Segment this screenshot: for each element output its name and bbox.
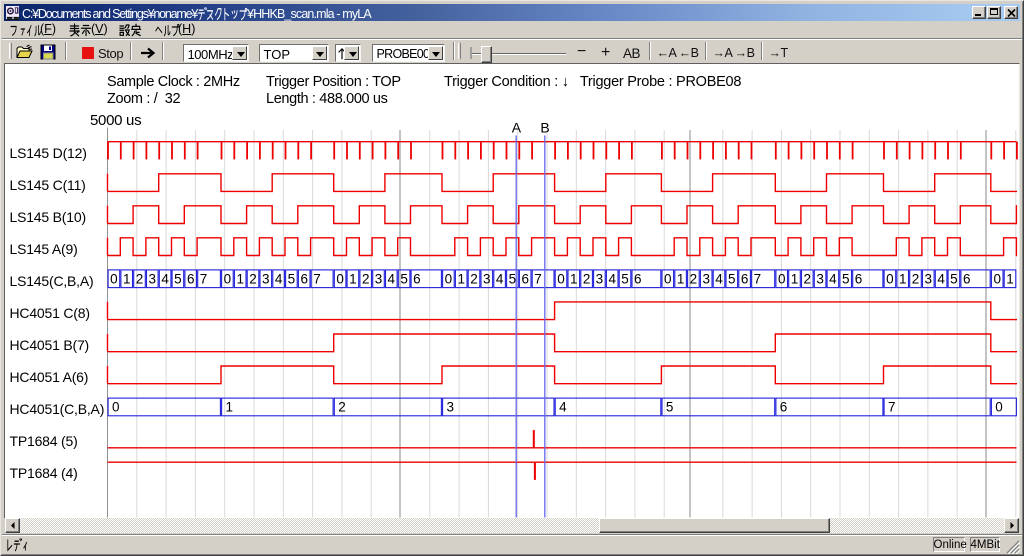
- svg-text:3: 3: [375, 271, 383, 286]
- svg-text:3: 3: [447, 400, 455, 415]
- svg-text:6: 6: [741, 271, 749, 286]
- svg-text:3: 3: [262, 271, 270, 286]
- svg-text:5: 5: [666, 400, 674, 415]
- svg-text:1: 1: [791, 271, 799, 286]
- svg-text:3: 3: [596, 271, 604, 286]
- svg-text:3: 3: [483, 271, 491, 286]
- svg-text:0: 0: [557, 271, 565, 286]
- svg-text:6: 6: [187, 271, 195, 286]
- svg-text:6: 6: [963, 271, 971, 286]
- svg-text:5: 5: [621, 271, 629, 286]
- svg-text:0: 0: [112, 400, 120, 415]
- svg-text:5: 5: [842, 271, 850, 286]
- svg-text:7: 7: [888, 400, 896, 415]
- svg-text:5: 5: [400, 271, 408, 286]
- svg-text:0: 0: [664, 271, 672, 286]
- svg-text:5: 5: [509, 271, 517, 286]
- svg-text:0: 0: [336, 271, 344, 286]
- svg-text:3: 3: [925, 271, 933, 286]
- svg-text:3: 3: [816, 271, 824, 286]
- svg-text:7: 7: [534, 271, 542, 286]
- svg-text:0: 0: [995, 400, 1003, 415]
- svg-text:2: 2: [912, 271, 920, 286]
- svg-text:0: 0: [778, 271, 786, 286]
- svg-text:4: 4: [608, 271, 616, 286]
- svg-text:2: 2: [470, 271, 478, 286]
- svg-text:1: 1: [236, 271, 244, 286]
- svg-text:5: 5: [174, 271, 182, 286]
- svg-text:1: 1: [226, 400, 234, 415]
- svg-text:1: 1: [1006, 271, 1014, 286]
- svg-text:3: 3: [149, 271, 157, 286]
- svg-text:4: 4: [559, 400, 567, 415]
- svg-text:5: 5: [950, 271, 958, 286]
- svg-text:2: 2: [249, 271, 257, 286]
- svg-text:6: 6: [634, 271, 642, 286]
- svg-text:6: 6: [780, 400, 788, 415]
- svg-text:2: 2: [362, 271, 370, 286]
- svg-text:5: 5: [288, 271, 296, 286]
- svg-text:4: 4: [161, 271, 169, 286]
- svg-text:2: 2: [338, 400, 346, 415]
- svg-text:1: 1: [570, 271, 578, 286]
- svg-text:1: 1: [457, 271, 465, 286]
- svg-text:1: 1: [899, 271, 907, 286]
- svg-text:0: 0: [445, 271, 453, 286]
- svg-text:4: 4: [496, 271, 504, 286]
- svg-text:4: 4: [275, 271, 283, 286]
- svg-text:0: 0: [110, 271, 118, 286]
- svg-text:2: 2: [136, 271, 144, 286]
- svg-text:2: 2: [583, 271, 591, 286]
- svg-text:6: 6: [413, 271, 421, 286]
- svg-text:0: 0: [886, 271, 894, 286]
- svg-text:6: 6: [521, 271, 529, 286]
- svg-text:6: 6: [855, 271, 863, 286]
- svg-text:7: 7: [754, 271, 762, 286]
- svg-text:1: 1: [123, 271, 131, 286]
- svg-text:7: 7: [200, 271, 208, 286]
- svg-text:1: 1: [349, 271, 357, 286]
- svg-text:4: 4: [937, 271, 945, 286]
- svg-text:1: 1: [677, 271, 685, 286]
- svg-text:4: 4: [715, 271, 723, 286]
- svg-text:2: 2: [690, 271, 698, 286]
- svg-text:3: 3: [702, 271, 710, 286]
- svg-text:6: 6: [300, 271, 308, 286]
- svg-text:A: A: [512, 120, 522, 136]
- svg-text:4: 4: [388, 271, 396, 286]
- svg-text:B: B: [540, 120, 549, 136]
- svg-text:2: 2: [804, 271, 812, 286]
- svg-text:4: 4: [829, 271, 837, 286]
- svg-text:0: 0: [993, 271, 1001, 286]
- svg-text:7: 7: [313, 271, 321, 286]
- svg-text:0: 0: [224, 271, 232, 286]
- svg-text:5: 5: [728, 271, 736, 286]
